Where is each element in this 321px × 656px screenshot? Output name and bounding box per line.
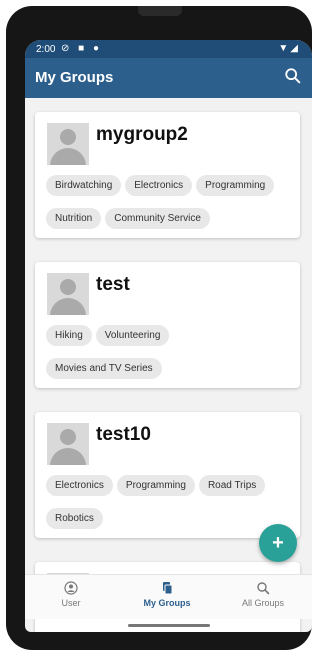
status-time: 2:00 bbox=[36, 44, 56, 55]
search-icon[interactable] bbox=[284, 67, 302, 85]
nav-label-user: User bbox=[61, 598, 81, 608]
group-card[interactable]: mygroup2 Birdwatching Electronics Programm… bbox=[35, 112, 300, 238]
group-avatar bbox=[47, 423, 89, 465]
search-icon bbox=[257, 582, 270, 595]
group-avatar bbox=[47, 123, 89, 165]
group-name: test10 bbox=[96, 424, 151, 445]
status-notification-icons: ⊘ ■ ● bbox=[61, 43, 103, 54]
interest-tag: Programming bbox=[196, 175, 275, 196]
interest-tag: Electronics bbox=[46, 475, 113, 496]
page-title: My Groups bbox=[35, 69, 114, 86]
interest-tag: Community Service bbox=[105, 208, 210, 229]
interest-tag: Programming bbox=[116, 475, 195, 496]
add-group-button[interactable]: + bbox=[259, 524, 297, 562]
interest-tag: Robotics bbox=[46, 508, 103, 529]
nav-item-all-groups[interactable]: All Groups bbox=[228, 581, 298, 608]
home-indicator[interactable] bbox=[128, 624, 210, 627]
interest-tag: Hiking bbox=[46, 325, 92, 346]
interest-tag: Road Trips bbox=[198, 475, 266, 496]
interest-tag: Electronics bbox=[125, 175, 193, 196]
interest-tag: Movies and TV Series bbox=[46, 358, 162, 379]
interest-tag: Birdwatching bbox=[46, 175, 122, 196]
bottom-navigation: User My Groups All Groups bbox=[25, 574, 312, 619]
app-bar: My Groups bbox=[25, 58, 312, 98]
user-icon bbox=[64, 581, 78, 595]
group-card[interactable]: test10 Electronics Programming Road Trips … bbox=[35, 412, 300, 538]
group-name: mygroup2 bbox=[96, 124, 188, 145]
group-card[interactable]: test Hiking Volunteering Movies and TV Se… bbox=[35, 262, 300, 388]
group-avatar bbox=[47, 273, 89, 315]
interest-tag: Volunteering bbox=[95, 325, 170, 346]
nav-label-my-groups: My Groups bbox=[143, 598, 191, 608]
nav-item-user[interactable]: User bbox=[36, 581, 106, 608]
group-name: test bbox=[96, 274, 130, 295]
my-groups-icon bbox=[163, 582, 173, 595]
nav-label-all-groups: All Groups bbox=[241, 598, 285, 608]
status-bar: 2:00 ⊘ ■ ● ▼◢ bbox=[25, 40, 312, 58]
interest-tag: Nutrition bbox=[46, 208, 102, 229]
signal-battery-icon: ▼◢ bbox=[278, 43, 300, 54]
camera-notch bbox=[138, 6, 182, 16]
nav-item-my-groups[interactable]: My Groups bbox=[132, 581, 202, 608]
app-screen: 2:00 ⊘ ■ ● ▼◢ My Groups mygroup2 Birdwat… bbox=[25, 40, 312, 632]
